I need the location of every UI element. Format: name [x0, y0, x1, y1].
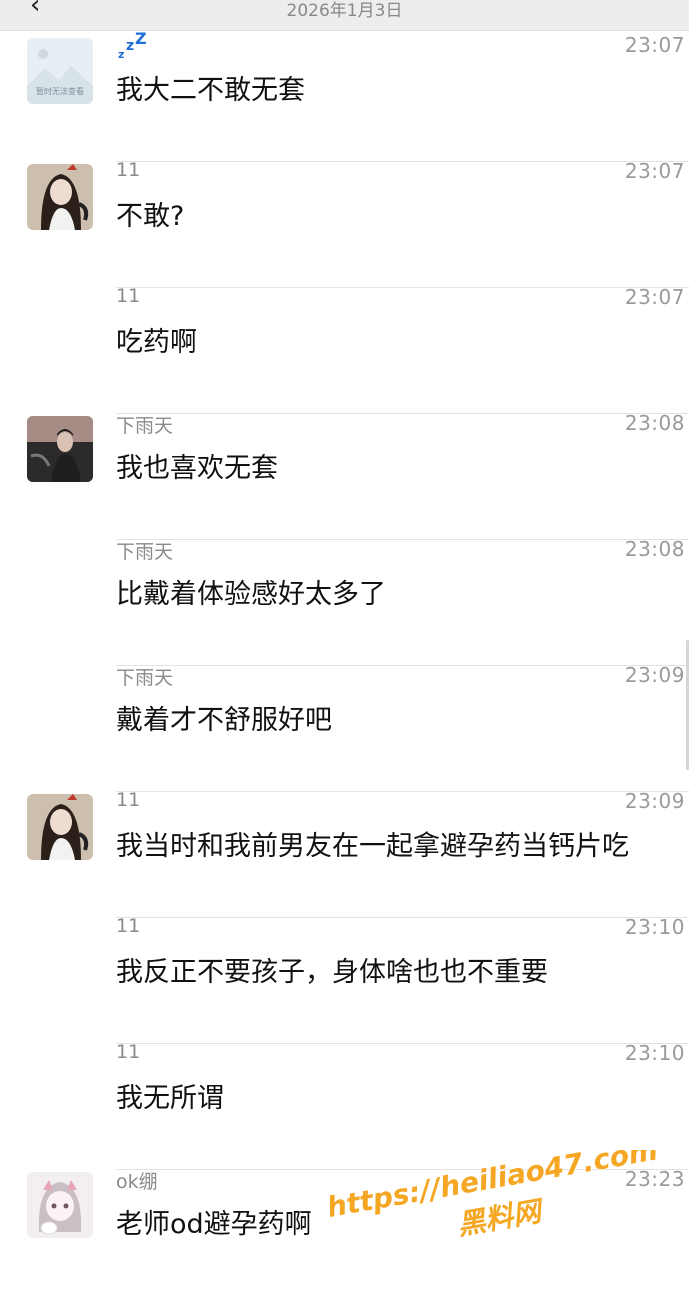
- message-time: 23:09: [624, 789, 685, 813]
- avatar[interactable]: [27, 1172, 93, 1238]
- list-item[interactable]: 暂时无法查看 z z Z 23:07 我大二不敢无套: [0, 30, 689, 162]
- list-item[interactable]: 11 23:07 不敢?: [0, 156, 689, 288]
- sender-name: 11: [116, 1041, 141, 1063]
- man-in-car-photo-icon: [27, 416, 93, 482]
- avatar[interactable]: [27, 416, 93, 482]
- sleep-icon: z z Z: [118, 32, 147, 60]
- message-text: 不敢?: [116, 201, 185, 232]
- message-text: 老师od避孕药啊: [116, 1209, 312, 1240]
- sender-name: 11: [116, 789, 141, 811]
- list-item[interactable]: 下雨天 23:09 戴着才不舒服好吧: [0, 660, 689, 792]
- list-item[interactable]: 11 23:07 吃药啊: [0, 282, 689, 414]
- message-time: 23:10: [624, 915, 685, 939]
- message-time: 23:07: [624, 159, 685, 183]
- message-time: 23:08: [624, 411, 685, 435]
- sender-name: 11: [116, 915, 141, 937]
- list-item[interactable]: ok绷 23:23 老师od避孕药啊: [0, 1164, 689, 1290]
- message-text: 我当时和我前男友在一起拿避孕药当钙片吃: [116, 831, 629, 862]
- sender-name: 11: [116, 285, 141, 307]
- date-label: 2026年1月3日: [286, 1, 403, 21]
- message-time: 23:10: [624, 1041, 685, 1065]
- sender-name: 11: [116, 159, 141, 181]
- list-item[interactable]: 11 23:09 我当时和我前男友在一起拿避孕药当钙片吃: [0, 786, 689, 918]
- message-text: 我无所谓: [116, 1083, 224, 1114]
- message-time: 23:23: [624, 1167, 685, 1191]
- anime-girl-avatar-icon: [27, 1172, 93, 1238]
- avatar[interactable]: [27, 164, 93, 230]
- sender-name: 下雨天: [116, 415, 174, 437]
- list-item[interactable]: 下雨天 23:08 我也喜欢无套: [0, 408, 689, 540]
- sender-name: 下雨天: [116, 541, 174, 563]
- sender-name: ok绷: [116, 1171, 158, 1193]
- girl-photo-icon: [27, 164, 93, 230]
- avatar[interactable]: 暂时无法查看: [27, 38, 93, 104]
- message-time: 23:08: [624, 537, 685, 561]
- placeholder-text: 暂时无法查看: [36, 87, 84, 96]
- list-item[interactable]: 11 23:10 我反正不要孩子，身体啥也也不重要: [0, 912, 689, 1044]
- avatar[interactable]: [27, 794, 93, 860]
- svg-text:z: z: [126, 38, 134, 54]
- list-item[interactable]: 下雨天 23:08 比戴着体验感好太多了: [0, 534, 689, 666]
- message-text: 我反正不要孩子，身体啥也也不重要: [116, 957, 548, 988]
- message-text: 戴着才不舒服好吧: [116, 705, 332, 736]
- list-item[interactable]: 11 23:10 我无所谓: [0, 1038, 689, 1170]
- message-text: 我也喜欢无套: [116, 453, 278, 484]
- date-header: ‹ 2026年1月3日: [0, 0, 689, 31]
- girl-photo-icon: [27, 794, 93, 860]
- message-text: 比戴着体验感好太多了: [116, 579, 386, 610]
- svg-text:z: z: [118, 48, 124, 60]
- message-time: 23:07: [624, 285, 685, 309]
- message-text: 吃药啊: [116, 327, 197, 358]
- message-text: 我大二不敢无套: [116, 75, 305, 106]
- message-time: 23:09: [624, 663, 685, 687]
- sender-name: 下雨天: [116, 667, 174, 689]
- svg-text:Z: Z: [135, 32, 147, 48]
- message-time: 23:07: [624, 33, 685, 57]
